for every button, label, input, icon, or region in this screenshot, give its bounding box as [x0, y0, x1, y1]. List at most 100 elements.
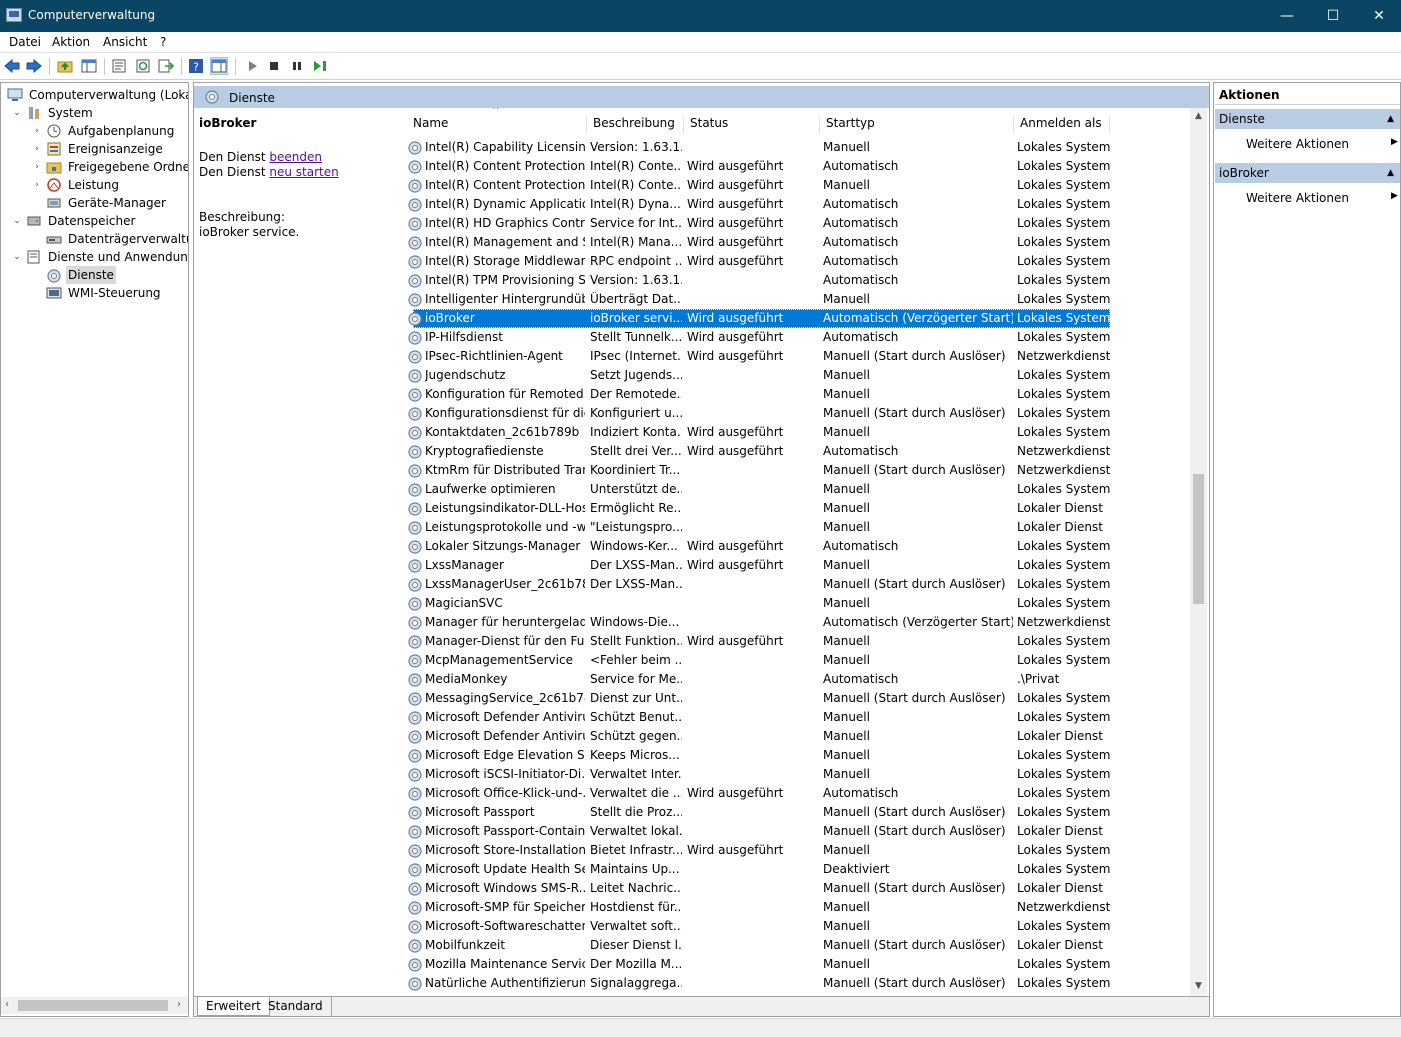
service-row[interactable]: Manager für heruntergelad... Windows-Die.… [397, 613, 1190, 632]
show-action-pane-icon[interactable] [210, 57, 228, 75]
service-row[interactable]: Mobilfunkzeit Dieser Dienst l... Manuell (… [397, 936, 1190, 955]
stop-service-link[interactable]: beenden [269, 150, 322, 164]
service-row[interactable]: Manager-Dienst für den Fu... Stellt Funkt… [397, 632, 1190, 651]
service-description-cell: "Leistungspro... [590, 520, 682, 534]
service-row[interactable]: Natürliche Authentifizierung Signalaggreg… [397, 974, 1190, 993]
menu-ansicht[interactable]: Ansicht [103, 35, 147, 49]
service-row[interactable]: Intel(R) Management and S... Intel(R) Man… [397, 233, 1190, 252]
forward-icon[interactable] [25, 57, 43, 75]
service-row[interactable]: McpManagementService <Fehler beim ... Manu… [397, 651, 1190, 670]
service-row[interactable]: Kontaktdaten_2c61b789b Indiziert Konta...… [397, 423, 1190, 442]
help-icon[interactable]: ? [187, 57, 205, 75]
service-row[interactable]: Laufwerke optimieren Unterstützt de... Man… [397, 480, 1190, 499]
service-row[interactable]: LxssManagerUser_2c61b789b Der LXSS-Man...… [397, 575, 1190, 594]
properties-icon[interactable] [110, 57, 128, 75]
service-row[interactable]: IPsec-Richtlinien-Agent IPsec (Internet..… [397, 347, 1190, 366]
maximize-button[interactable]: ☐ [1310, 0, 1356, 32]
show-hide-tree-icon[interactable] [80, 57, 98, 75]
column-log-on-as[interactable]: Anmelden als [1014, 116, 1110, 134]
more-actions-dienste[interactable]: Weitere Aktionen ▶ [1246, 137, 1398, 151]
service-row[interactable]: Microsoft Defender Antiviru... Schützt Be… [397, 708, 1190, 727]
restart-service-icon[interactable] [311, 57, 329, 75]
service-row[interactable]: Leistungsindikator-DLL-Host Ermöglicht Re… [397, 499, 1190, 518]
service-row[interactable]: Leistungsprotokolle und -w... "Leistungsp… [397, 518, 1190, 537]
collapsed-chevron-icon[interactable]: › [31, 122, 43, 140]
column-name[interactable]: Name [407, 116, 587, 134]
service-row[interactable]: Intel(R) Content Protection ... Intel(R) … [397, 176, 1190, 195]
menu-datei[interactable]: Datei [9, 35, 41, 49]
service-row[interactable]: LxssManager Der LXSS-Man... Wird ausgeführ… [397, 556, 1190, 575]
horizontal-scrollbar[interactable]: ‹ › [1, 997, 188, 1014]
minimize-button[interactable]: — [1264, 0, 1310, 32]
service-row[interactable]: Microsoft Office-Klick-und-... Verwaltet … [397, 784, 1190, 803]
service-row[interactable]: Microsoft Passport-Container Verwaltet lo… [397, 822, 1190, 841]
collapsed-chevron-icon[interactable]: › [31, 140, 43, 158]
scroll-left-icon[interactable]: ‹ [5, 999, 9, 1010]
service-row[interactable]: Lokaler Sitzungs-Manager Windows-Ker... Wi… [397, 537, 1190, 556]
scroll-thumb[interactable] [18, 1000, 168, 1011]
service-row[interactable]: Microsoft Defender Antiviru... Schützt ge… [397, 727, 1190, 746]
menu-aktion[interactable]: Aktion [52, 35, 90, 49]
back-icon[interactable] [3, 57, 21, 75]
service-row[interactable]: Intel(R) Capability Licensing... Version:… [397, 138, 1190, 157]
service-row[interactable]: KtmRm für Distributed Tran... Koordiniert… [397, 461, 1190, 480]
collapsed-chevron-icon[interactable]: › [31, 158, 43, 176]
collapse-icon[interactable]: ▲ [1387, 163, 1394, 183]
scroll-up-icon[interactable]: ▲ [1190, 111, 1207, 121]
gear-icon [204, 89, 220, 105]
service-row[interactable]: Intelligenter Hintergrundüb... Überträgt … [397, 290, 1190, 309]
export-list-icon[interactable] [157, 57, 175, 75]
service-row[interactable]: Konfigurationsdienst für die... Konfiguri… [397, 404, 1190, 423]
expanded-chevron-icon[interactable]: ⌄ [11, 248, 23, 266]
service-row[interactable]: Microsoft Edge Elevation Se... Keeps Micr… [397, 746, 1190, 765]
more-actions-iobroker[interactable]: Weitere Aktionen ▶ [1246, 191, 1398, 205]
service-description-cell: Version: 1.63.1... [590, 273, 682, 287]
service-row[interactable]: MagicianSVC Manuell Lokales System [397, 594, 1190, 613]
service-row[interactable]: Microsoft-Softwareschatten... Verwaltet s… [397, 917, 1190, 936]
expanded-chevron-icon[interactable]: ⌄ [11, 104, 23, 122]
service-logon-cell: Lokales System [1017, 805, 1111, 819]
service-logon-cell: Lokales System [1017, 539, 1111, 553]
service-row[interactable]: Mozilla Maintenance Service Der Mozilla M… [397, 955, 1190, 974]
tab-erweitert[interactable]: Erweitert [197, 997, 270, 1016]
scroll-down-icon[interactable]: ▼ [1190, 981, 1207, 991]
restart-service-link[interactable]: neu starten [269, 165, 338, 179]
service-row[interactable]: Microsoft Store-Installation... Bietet In… [397, 841, 1190, 860]
start-service-icon[interactable] [243, 57, 261, 75]
service-row[interactable]: Intel(R) Dynamic Applicatio... Intel(R) D… [397, 195, 1190, 214]
scroll-right-icon[interactable]: › [177, 999, 181, 1010]
collapsed-chevron-icon[interactable]: › [31, 176, 43, 194]
service-row[interactable]: MessagingService_2c61b789b Dienst zur Unt… [397, 689, 1190, 708]
column-startup-type[interactable]: Starttyp [820, 116, 1014, 134]
collapse-icon[interactable]: ▲ [1387, 109, 1394, 129]
menu-help[interactable]: ? [160, 35, 166, 49]
service-row[interactable]: ioBroker ioBroker servi... Wird ausgeführt… [397, 309, 1190, 328]
up-folder-icon[interactable] [56, 57, 74, 75]
service-row[interactable]: Intel(R) TPM Provisioning S... Version: 1… [397, 271, 1190, 290]
column-status[interactable]: Status [684, 116, 820, 134]
service-row[interactable]: Microsoft Windows SMS-R... Leitet Nachric… [397, 879, 1190, 898]
actions-section-iobroker[interactable]: ioBroker ▲ [1215, 163, 1400, 183]
service-row[interactable]: IP-Hilfsdienst Stellt Tunnelk... Wird ausg… [397, 328, 1190, 347]
service-row[interactable]: Konfiguration für Remoted... Der Remotede… [397, 385, 1190, 404]
actions-section-dienste[interactable]: Dienste ▲ [1215, 109, 1400, 129]
service-row[interactable]: Jugendschutz Setzt Jugends... Manuell Lokal… [397, 366, 1190, 385]
service-row[interactable]: Microsoft Update Health Se... Maintains U… [397, 860, 1190, 879]
service-row[interactable]: Microsoft iSCSI-Initiator-Di... Verwaltet… [397, 765, 1190, 784]
service-row[interactable]: Microsoft Passport Stellt die Proz... Manu… [397, 803, 1190, 822]
vertical-scrollbar[interactable]: ▲ ▼ [1190, 108, 1207, 996]
service-row[interactable]: Kryptografiedienste Stellt drei Ver... Wir… [397, 442, 1190, 461]
tab-standard[interactable]: Standard [260, 997, 332, 1016]
service-row[interactable]: MediaMonkey Service for Me... Automatisch.… [397, 670, 1190, 689]
column-description[interactable]: Beschreibung [587, 116, 684, 134]
scroll-thumb[interactable] [1193, 474, 1204, 604]
service-row[interactable]: Intel(R) Content Protection ... Intel(R) … [397, 157, 1190, 176]
refresh-icon[interactable] [134, 57, 152, 75]
stop-service-icon[interactable] [265, 57, 283, 75]
expanded-chevron-icon[interactable]: ⌄ [11, 212, 23, 230]
service-row[interactable]: Microsoft-SMP für Speicher... Hostdienst … [397, 898, 1190, 917]
service-row[interactable]: Intel(R) Storage Middleware... RPC endpoi… [397, 252, 1190, 271]
close-button[interactable]: ✕ [1356, 0, 1401, 32]
pause-service-icon[interactable] [288, 57, 306, 75]
service-row[interactable]: Intel(R) HD Graphics Contro... Service fo… [397, 214, 1190, 233]
